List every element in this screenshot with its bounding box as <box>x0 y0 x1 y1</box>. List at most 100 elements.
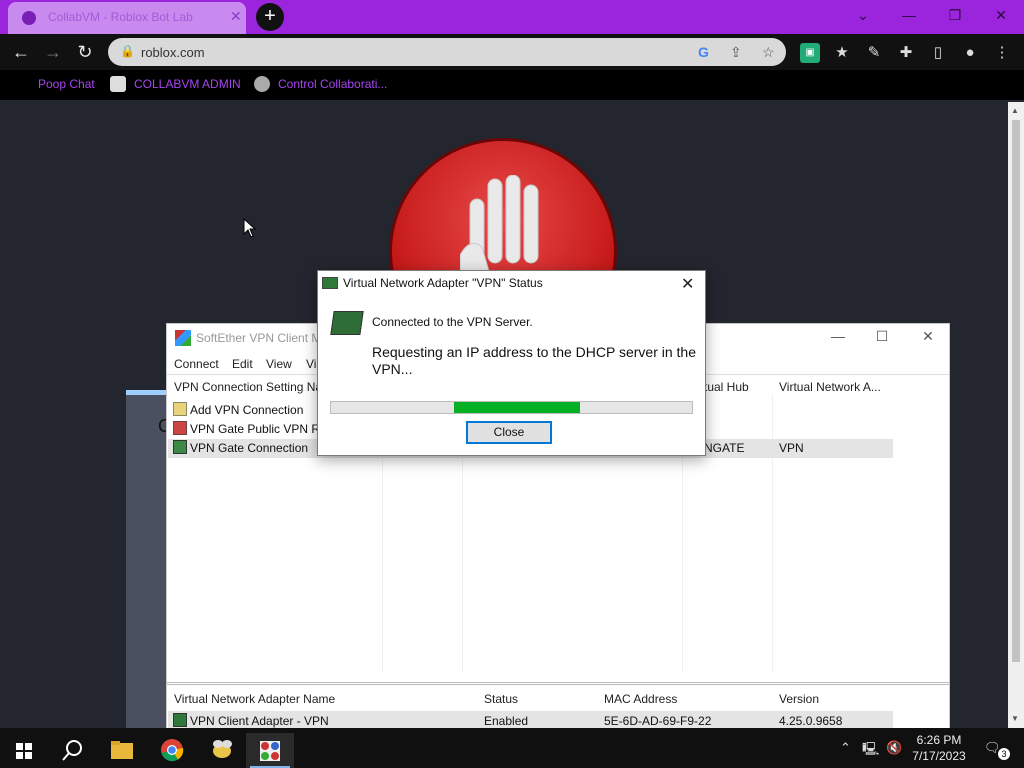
menu-view[interactable]: View <box>266 357 292 371</box>
file-explorer-button[interactable] <box>98 733 146 768</box>
tab-title: CollabVM - Roblox Bot Lab <box>48 10 193 24</box>
adapter-name[interactable]: VPN Client Adapter - VPN <box>190 714 329 728</box>
column-header-hub[interactable]: tual Hub <box>704 380 749 394</box>
scroll-down-icon[interactable]: ▼ <box>1011 714 1019 723</box>
softether-title: SoftEther VPN Client M <box>196 331 322 345</box>
adapter-cell: VPN <box>779 441 804 455</box>
adapter-version: 4.25.0.9658 <box>779 714 843 728</box>
bookmark-globe-icon <box>254 76 270 92</box>
clock-date: 7/17/2023 <box>912 749 966 763</box>
network-adapter-icon <box>330 311 364 335</box>
tab-favicon-icon <box>22 11 36 25</box>
network-icon[interactable]: 🖳 <box>862 740 879 762</box>
tab-close-icon[interactable]: ✕ <box>230 8 242 25</box>
network-card-icon <box>322 277 338 289</box>
vpn-gate-icon <box>173 421 187 435</box>
puzzle-icon[interactable]: ✚ <box>896 43 916 63</box>
bee-app-icon <box>213 740 232 758</box>
dialog-message-dhcp: Requesting an IP address to the DHCP ser… <box>372 344 696 377</box>
page-scrollbar[interactable]: ▲ ▼ <box>1008 102 1024 728</box>
hub-cell: NGATE <box>704 441 745 455</box>
star-extension-icon[interactable]: ★ <box>832 43 852 63</box>
tab-search-icon[interactable]: ⌄ <box>840 0 886 30</box>
back-icon[interactable]: ← <box>8 39 34 65</box>
softether-close-icon[interactable]: ✕ <box>913 328 943 345</box>
bookmark-collabvm-admin[interactable]: COLLABVM ADMIN <box>134 77 241 91</box>
column-header-adapter[interactable]: Virtual Network A... <box>779 380 881 394</box>
mouse-cursor-icon <box>243 218 257 238</box>
extension-icon[interactable]: ▣ <box>800 43 820 63</box>
dialog-message-connected: Connected to the VPN Server. <box>372 315 533 329</box>
connection-icon <box>173 440 187 454</box>
background-window-accent <box>126 390 166 395</box>
dialog-close-icon[interactable]: ✕ <box>681 274 694 294</box>
menu-kebab-icon[interactable]: ⋮ <box>992 43 1012 63</box>
column-divider <box>772 394 773 672</box>
progress-bar <box>330 401 693 414</box>
menu-edit[interactable]: Edit <box>232 357 253 371</box>
bookmark-control-collaborati[interactable]: Control Collaborati... <box>278 77 387 91</box>
scroll-up-icon[interactable]: ▲ <box>1011 106 1019 115</box>
browser-tab-strip: CollabVM - Roblox Bot Lab ✕ + ⌄ — ❐ ✕ <box>0 0 1024 34</box>
list-item[interactable]: Add VPN Connection <box>190 403 303 417</box>
adapter-col-name[interactable]: Virtual Network Adapter Name <box>174 692 335 706</box>
forward-icon[interactable]: → <box>40 39 66 65</box>
close-window-icon[interactable]: ✕ <box>978 0 1024 30</box>
search-button[interactable] <box>48 733 96 768</box>
menu-virtual[interactable]: Vi <box>306 357 316 371</box>
progress-fill <box>454 402 580 413</box>
bookmarks-bar: Poop Chat COLLABVM ADMIN Control Collabo… <box>0 70 1024 100</box>
adapter-icon <box>173 713 187 727</box>
list-item[interactable]: VPN Gate Public VPN Re <box>190 422 327 436</box>
adapter-status: Enabled <box>484 714 529 728</box>
app-button[interactable] <box>198 733 246 768</box>
share-icon[interactable]: ⇪ <box>730 44 742 61</box>
adapter-list: Virtual Network Adapter Name Status MAC … <box>167 682 949 730</box>
chrome-button[interactable] <box>148 733 196 768</box>
softether-minimize-icon[interactable]: — <box>823 328 853 344</box>
chevron-up-icon[interactable]: ⌃ <box>840 740 851 756</box>
browser-tab[interactable]: CollabVM - Roblox Bot Lab ✕ <box>8 2 246 34</box>
clock[interactable]: 6:26 PM 7/17/2023 <box>906 732 972 764</box>
search-icon <box>62 740 82 761</box>
browser-toolbar: ← → ↻ 🔒 roblox.com G ⇪ ☆ ▣ ★ ✎ ✚ ▯ ● ⋮ <box>0 34 1024 70</box>
softether-icon <box>260 741 280 761</box>
adapter-col-mac[interactable]: MAC Address <box>604 692 677 706</box>
new-tab-button[interactable]: + <box>256 3 284 31</box>
folder-icon <box>111 741 133 759</box>
google-icon[interactable]: G <box>698 44 709 60</box>
background-window-fragment: C <box>126 390 171 730</box>
clock-time: 6:26 PM <box>916 733 962 747</box>
profile-icon[interactable]: ● <box>960 43 980 63</box>
volume-muted-icon[interactable]: 🔇 <box>886 740 902 756</box>
scrollbar-thumb[interactable] <box>1012 120 1020 662</box>
adapter-col-status[interactable]: Status <box>484 692 518 706</box>
windows-icon <box>16 743 32 759</box>
bookmark-star-icon[interactable]: ☆ <box>762 44 775 61</box>
lock-icon: 🔒 <box>120 44 135 58</box>
taskbar: ⌃ 🖳 🔇 6:26 PM 7/17/2023 🗨 3 <box>0 728 1024 768</box>
add-connection-icon <box>173 402 187 416</box>
adapter-col-version[interactable]: Version <box>779 692 819 706</box>
restore-icon[interactable]: ❐ <box>932 0 978 30</box>
list-item[interactable]: VPN Gate Connection <box>190 441 308 455</box>
start-button[interactable] <box>0 733 48 768</box>
menu-connect[interactable]: Connect <box>174 357 219 371</box>
softether-maximize-icon[interactable]: ☐ <box>867 328 897 345</box>
side-panel-icon[interactable]: ▯ <box>928 43 948 63</box>
bookmark-poop-chat[interactable]: Poop Chat <box>38 77 95 91</box>
close-button[interactable]: Close <box>466 421 552 444</box>
dialog-title: Virtual Network Adapter "VPN" Status <box>343 276 543 290</box>
address-bar[interactable]: 🔒 roblox.com G ⇪ ☆ <box>108 38 786 66</box>
hand-icon <box>460 175 539 275</box>
vpn-status-dialog: Virtual Network Adapter "VPN" Status ✕ C… <box>317 270 706 456</box>
reload-icon[interactable]: ↻ <box>72 39 98 65</box>
bookmark-avatar-icon <box>110 76 126 92</box>
minimize-icon[interactable]: — <box>886 0 932 30</box>
notification-count-badge: 3 <box>998 748 1010 760</box>
feather-extension-icon[interactable]: ✎ <box>864 43 884 63</box>
softether-taskbar-button[interactable] <box>246 733 294 768</box>
chrome-icon <box>161 739 184 762</box>
adapter-mac: 5E-6D-AD-69-F9-22 <box>604 714 712 728</box>
column-header-connection[interactable]: VPN Connection Setting Na <box>174 380 322 394</box>
